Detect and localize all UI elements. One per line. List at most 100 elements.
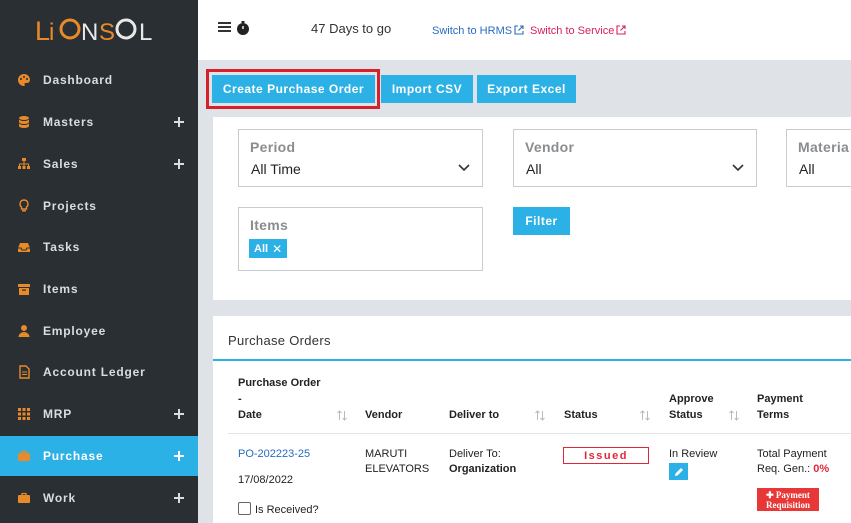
sort-icon[interactable] (729, 410, 739, 421)
switch-service-link[interactable]: Switch to Service (530, 25, 626, 37)
purchase-orders-panel: Purchase Orders Purchase Order - Date Ve… (213, 316, 851, 523)
sidebar-item-label: Tasks (43, 240, 81, 254)
sidebar-item-mrp[interactable]: MRP (0, 394, 198, 434)
sitemap-icon (18, 158, 30, 169)
top-bar: 47 Days to go Switch to HRMS Switch to S… (198, 0, 851, 60)
hamburger-menu-icon[interactable] (218, 22, 231, 33)
svg-text:S: S (99, 19, 115, 46)
expand-plus-icon[interactable] (174, 493, 184, 503)
vendor-line: MARUTI (365, 448, 408, 460)
vendor-label: Vendor (525, 139, 575, 155)
switch-hrms-label: Switch to HRMS (432, 25, 513, 37)
sidebar-item-employee[interactable]: Employee (0, 311, 198, 351)
document-icon (19, 365, 30, 379)
sidebar-item-purchase[interactable]: Purchase (0, 436, 198, 476)
payment-percent: 0% (813, 463, 830, 475)
lionsol-logo: L i N S L (35, 16, 152, 46)
period-value: All Time (251, 161, 301, 177)
user-icon (18, 325, 30, 337)
palette-icon (18, 74, 30, 86)
briefcase-icon (18, 450, 30, 461)
stopwatch-icon[interactable] (235, 20, 251, 36)
payment-line: Total Payment (757, 448, 827, 460)
sidebar-item-label: Purchase (43, 449, 104, 463)
sort-icon[interactable] (535, 410, 545, 421)
sidebar-item-label: Items (43, 282, 79, 296)
filter-panel: Period All Time Vendor All Materia All I… (213, 117, 851, 300)
sidebar-item-items[interactable]: Items (0, 269, 198, 309)
vendor-name: MARUTI ELEVATORS (365, 447, 429, 477)
column-header-approve-status[interactable]: Approve Status (669, 391, 714, 423)
items-multiselect[interactable]: Items All ✕ (238, 207, 483, 271)
edit-button[interactable] (669, 463, 688, 480)
svg-text:L: L (35, 16, 50, 46)
items-chip[interactable]: All ✕ (249, 239, 288, 258)
period-label: Period (250, 139, 296, 155)
svg-text:i: i (49, 19, 54, 46)
expand-plus-icon[interactable] (174, 117, 184, 127)
is-received-label: Is Received? (255, 504, 319, 516)
deliver-line: Organization (449, 463, 517, 475)
grid-icon (18, 408, 30, 420)
sidebar-item-label: Work (43, 491, 76, 505)
header-line: Status (669, 409, 703, 421)
expand-plus-icon[interactable] (174, 159, 184, 169)
archive-icon (18, 284, 30, 295)
status-badge: Issued (563, 447, 649, 464)
vendor-select[interactable]: Vendor All (513, 129, 757, 187)
svg-text:N: N (81, 19, 98, 46)
items-label: Items (250, 217, 289, 233)
sidebar-item-dashboard[interactable]: Dashboard (0, 60, 198, 100)
sidebar-item-account-ledger[interactable]: Account Ledger (0, 352, 198, 392)
sidebar-item-work[interactable]: Work (0, 478, 198, 518)
lightbulb-icon (19, 199, 29, 212)
vendor-line: ELEVATORS (365, 463, 430, 475)
database-icon (19, 116, 29, 128)
header-line: Date (238, 409, 262, 421)
period-select[interactable]: Period All Time (238, 129, 483, 187)
column-header-vendor[interactable]: Vendor (365, 407, 402, 423)
close-icon[interactable]: ✕ (272, 242, 282, 256)
material-select[interactable]: Materia All (786, 129, 851, 187)
sidebar-item-sales[interactable]: Sales (0, 144, 198, 184)
sidebar-item-label: Employee (43, 324, 107, 338)
sidebar-item-masters[interactable]: Masters (0, 102, 198, 142)
sidebar-item-label: Projects (43, 199, 97, 213)
switch-service-label: Switch to Service (530, 25, 615, 37)
column-header-status[interactable]: Status (564, 407, 598, 423)
expand-plus-icon[interactable] (174, 451, 184, 461)
sidebar-item-tasks[interactable]: Tasks (0, 227, 198, 267)
sidebar-item-projects[interactable]: Projects (0, 186, 198, 226)
import-csv-button[interactable]: Import CSV (381, 75, 473, 103)
switch-hrms-link[interactable]: Switch to HRMS (432, 25, 524, 37)
po-number-link[interactable]: PO-202223-25 (238, 447, 310, 462)
sidebar-item-label: Masters (43, 115, 94, 129)
column-header-po-date[interactable]: Purchase Order - Date (238, 375, 321, 423)
sidebar: L i N S L Dashboard Masters Sales Projec… (0, 0, 198, 523)
sort-icon[interactable] (640, 410, 650, 421)
create-purchase-order-button[interactable]: Create Purchase Order (212, 75, 375, 103)
header-line: Approve (669, 393, 714, 405)
svg-text:L: L (139, 19, 152, 46)
chevron-down-icon (732, 164, 744, 172)
external-link-icon (514, 25, 524, 35)
filter-button[interactable]: Filter (513, 207, 570, 235)
sidebar-item-label: MRP (43, 407, 73, 421)
export-excel-button[interactable]: Export Excel (477, 75, 576, 103)
payment-requisition-button[interactable]: ✚ Payment Requisition (757, 488, 819, 511)
is-received-checkbox[interactable] (238, 502, 251, 515)
vendor-value: All (526, 161, 542, 177)
column-header-payment-terms[interactable]: Payment Terms (757, 391, 803, 423)
po-date: 17/08/2022 (238, 474, 294, 486)
sort-icon[interactable] (337, 410, 347, 421)
material-label: Materia (798, 139, 850, 155)
header-line: - (238, 393, 242, 405)
pay-req-line: ✚ Payment (766, 490, 810, 500)
external-link-icon (616, 25, 626, 35)
expand-plus-icon[interactable] (174, 409, 184, 419)
column-header-deliver-to[interactable]: Deliver to (449, 407, 499, 423)
chevron-down-icon (458, 164, 470, 172)
inbox-icon (18, 243, 30, 252)
purchase-orders-title: Purchase Orders (228, 333, 331, 348)
title-underline (213, 359, 851, 361)
